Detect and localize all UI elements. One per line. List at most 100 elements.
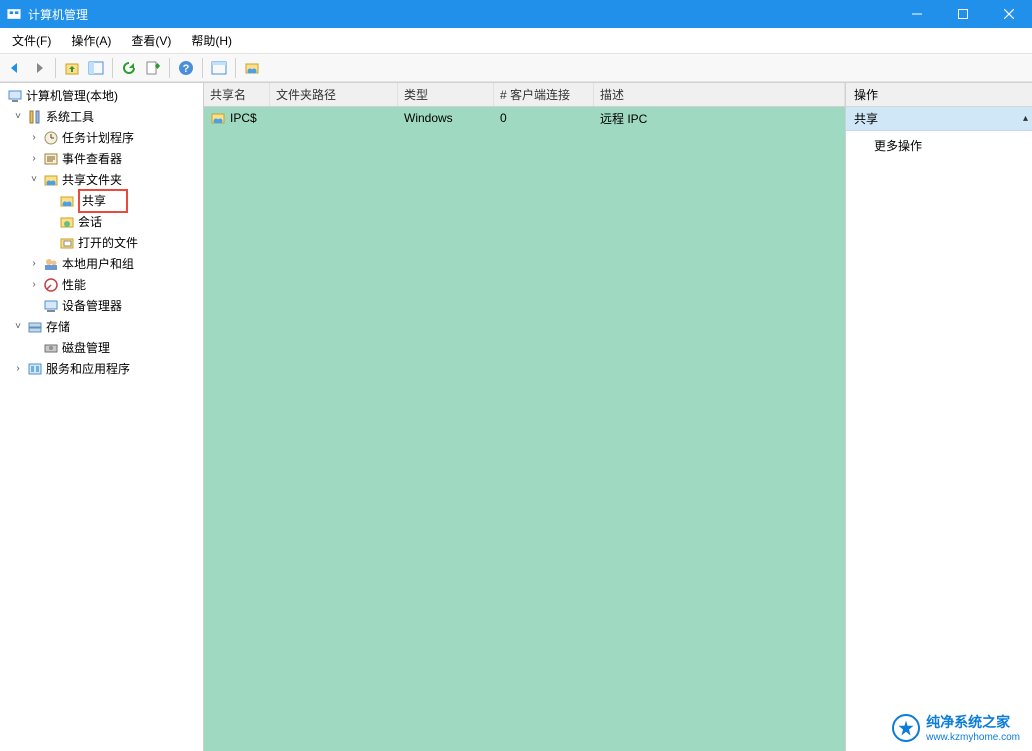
cell-type: Windows <box>404 111 453 125</box>
expand-icon[interactable]: ˅ <box>12 107 24 127</box>
menu-file[interactable]: 文件(F) <box>2 29 61 52</box>
main-content: 计算机管理(本地) ˅ 系统工具 › 任务计划程序 › 事件查看器 ˅ 共享文件… <box>0 82 1032 751</box>
maximize-button[interactable] <box>940 0 986 28</box>
watermark-url: www.kzmyhome.com <box>926 732 1020 743</box>
tree-label: 本地用户和组 <box>62 254 134 274</box>
tree-root[interactable]: 计算机管理(本地) <box>0 85 203 106</box>
tree-item-open-files[interactable]: 打开的文件 <box>0 232 203 253</box>
tree-label: 存储 <box>46 317 70 337</box>
tree-label: 共享文件夹 <box>62 170 122 190</box>
sessions-icon <box>59 214 75 230</box>
minimize-button[interactable] <box>894 0 940 28</box>
close-button[interactable] <box>986 0 1032 28</box>
menu-view[interactable]: 查看(V) <box>121 29 181 52</box>
clock-icon <box>43 130 59 146</box>
show-hide-tree-button[interactable] <box>85 57 107 79</box>
list-panel: 共享名 文件夹路径 类型 # 客户端连接 描述 IPC$ Windows 0 远… <box>204 83 846 751</box>
title-bar: 计算机管理 <box>0 0 1032 28</box>
navigation-tree[interactable]: 计算机管理(本地) ˅ 系统工具 › 任务计划程序 › 事件查看器 ˅ 共享文件… <box>0 85 203 379</box>
shares-view-button[interactable] <box>241 57 263 79</box>
expand-icon[interactable]: › <box>28 149 40 169</box>
svg-text:?: ? <box>183 63 190 75</box>
tree-label: 系统工具 <box>46 107 94 127</box>
collapse-icon[interactable]: ▴ <box>1023 113 1028 124</box>
watermark-brand: 纯净系统之家 <box>926 714 1010 730</box>
computer-icon <box>7 88 23 104</box>
tree-panel: 计算机管理(本地) ˅ 系统工具 › 任务计划程序 › 事件查看器 ˅ 共享文件… <box>0 83 204 751</box>
storage-icon <box>27 319 43 335</box>
tree-item-shared-folders[interactable]: ˅ 共享文件夹 <box>0 169 203 190</box>
tree-item-disk-management[interactable]: 磁盘管理 <box>0 337 203 358</box>
export-button[interactable] <box>142 57 164 79</box>
tree-item-services-apps[interactable]: › 服务和应用程序 <box>0 358 203 379</box>
refresh-button[interactable] <box>118 57 140 79</box>
column-share-name[interactable]: 共享名 <box>204 83 270 106</box>
expand-icon[interactable]: › <box>28 128 40 148</box>
tree-label: 设备管理器 <box>62 296 122 316</box>
actions-panel: 操作 共享 ▴ 更多操作 <box>846 83 1032 751</box>
toolbar-separator <box>112 58 113 78</box>
tree-label: 共享 <box>78 189 128 213</box>
shares-icon <box>59 193 75 209</box>
toolbar-separator <box>235 58 236 78</box>
tools-icon <box>27 109 43 125</box>
tree-label: 计算机管理(本地) <box>26 86 118 106</box>
tree-item-event-viewer[interactable]: › 事件查看器 <box>0 148 203 169</box>
open-files-icon <box>59 235 75 251</box>
tree-label: 服务和应用程序 <box>46 359 130 379</box>
tree-label: 打开的文件 <box>78 233 138 253</box>
forward-button[interactable] <box>28 57 50 79</box>
list-body[interactable]: IPC$ Windows 0 远程 IPC <box>204 107 845 751</box>
help-button[interactable]: ? <box>175 57 197 79</box>
menu-help[interactable]: 帮助(H) <box>181 29 242 52</box>
actions-more[interactable]: 更多操作 <box>846 131 1032 160</box>
tree-item-local-users[interactable]: › 本地用户和组 <box>0 253 203 274</box>
tree-item-storage[interactable]: ˅ 存储 <box>0 316 203 337</box>
expand-icon[interactable]: › <box>28 254 40 274</box>
shared-folder-icon <box>43 172 59 188</box>
tree-label: 磁盘管理 <box>62 338 110 358</box>
back-button[interactable] <box>4 57 26 79</box>
actions-more-label: 更多操作 <box>874 139 922 153</box>
tree-item-task-scheduler[interactable]: › 任务计划程序 <box>0 127 203 148</box>
menu-bar: 文件(F) 操作(A) 查看(V) 帮助(H) <box>0 28 1032 54</box>
performance-icon <box>43 277 59 293</box>
toolbar-separator <box>55 58 56 78</box>
list-header: 共享名 文件夹路径 类型 # 客户端连接 描述 <box>204 83 845 107</box>
column-type[interactable]: 类型 <box>398 83 494 106</box>
watermark: 纯净系统之家 www.kzmyhome.com <box>892 712 1020 743</box>
actions-header: 操作 <box>846 83 1032 107</box>
window-title: 计算机管理 <box>28 6 894 23</box>
collapse-icon[interactable]: ˅ <box>12 317 24 337</box>
share-icon <box>210 110 226 126</box>
tree-label: 会话 <box>78 212 102 232</box>
column-description[interactable]: 描述 <box>594 83 845 106</box>
collapse-icon[interactable]: ˅ <box>28 170 40 190</box>
actions-section-label: 共享 <box>854 110 878 127</box>
window-controls <box>894 0 1032 28</box>
up-button[interactable] <box>61 57 83 79</box>
tree-item-performance[interactable]: › 性能 <box>0 274 203 295</box>
new-share-button[interactable] <box>208 57 230 79</box>
tree-item-shares[interactable]: 共享 <box>0 190 203 211</box>
event-icon <box>43 151 59 167</box>
column-client-connections[interactable]: # 客户端连接 <box>494 83 594 106</box>
cell-share-name: IPC$ <box>230 111 257 125</box>
menu-action[interactable]: 操作(A) <box>61 29 121 52</box>
tree-label: 事件查看器 <box>62 149 122 169</box>
device-icon <box>43 298 59 314</box>
toolbar: ? <box>0 54 1032 82</box>
services-icon <box>27 361 43 377</box>
app-icon <box>6 6 22 22</box>
watermark-logo-icon <box>892 714 920 742</box>
list-row[interactable]: IPC$ Windows 0 远程 IPC <box>204 107 845 129</box>
tree-item-device-manager[interactable]: 设备管理器 <box>0 295 203 316</box>
column-folder-path[interactable]: 文件夹路径 <box>270 83 398 106</box>
tree-item-system-tools[interactable]: ˅ 系统工具 <box>0 106 203 127</box>
actions-section[interactable]: 共享 ▴ <box>846 107 1032 131</box>
expand-icon[interactable]: › <box>12 359 24 379</box>
cell-clients: 0 <box>500 111 507 125</box>
cell-description: 远程 IPC <box>600 110 647 127</box>
tree-item-sessions[interactable]: 会话 <box>0 211 203 232</box>
expand-icon[interactable]: › <box>28 275 40 295</box>
